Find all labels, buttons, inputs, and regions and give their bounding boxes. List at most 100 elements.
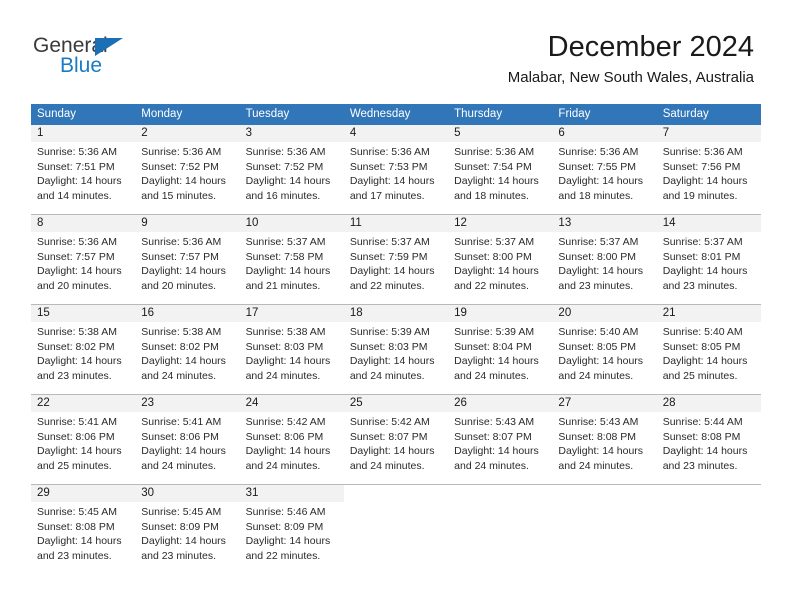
- calendar-day-cell[interactable]: 18 Sunrise: 5:39 AM Sunset: 8:03 PM Dayligh…: [343, 305, 449, 394]
- calendar-week-row: 8 Sunrise: 5:36 AM Sunset: 7:57 PM Daylight…: [31, 214, 761, 304]
- day-detail-line: and 23 minutes.: [558, 279, 634, 292]
- day-detail-line: Sunrise: 5:38 AM: [37, 326, 117, 338]
- calendar-day-cell[interactable]: 2 Sunrise: 5:36 AM Sunset: 7:52 PM Daylight…: [135, 125, 240, 214]
- calendar-day-cell[interactable]: 19 Sunrise: 5:39 AM Sunset: 8:04 PM Dayligh…: [448, 305, 553, 394]
- calendar-day-cell[interactable]: 7 Sunrise: 5:36 AM Sunset: 7:56 PM Daylight…: [656, 125, 761, 214]
- day-number: 16: [135, 305, 240, 322]
- calendar-day-cell[interactable]: 23 Sunrise: 5:41 AM Sunset: 8:06 PM Dayligh…: [135, 395, 240, 484]
- day-details: Sunrise: 5:36 AM Sunset: 7:57 PM Daylight:…: [31, 232, 135, 293]
- calendar-day-cell[interactable]: 17 Sunrise: 5:38 AM Sunset: 8:03 PM Dayligh…: [239, 305, 344, 394]
- calendar-day-cell[interactable]: 5 Sunrise: 5:36 AM Sunset: 7:54 PM Daylight…: [448, 125, 553, 214]
- day-detail-line: Sunset: 8:09 PM: [141, 520, 219, 533]
- day-details: Sunrise: 5:43 AM Sunset: 8:07 PM Daylight:…: [448, 412, 552, 473]
- day-details: Sunrise: 5:37 AM Sunset: 8:01 PM Daylight:…: [657, 232, 761, 293]
- day-detail-line: Sunset: 8:04 PM: [454, 340, 532, 353]
- day-detail-line: Daylight: 14 hours: [141, 355, 226, 368]
- day-details: Sunrise: 5:45 AM Sunset: 8:09 PM Daylight:…: [135, 502, 239, 563]
- day-number: 13: [552, 215, 657, 232]
- day-detail-line: Sunset: 8:08 PM: [37, 520, 115, 533]
- calendar-day-cell[interactable]: 11 Sunrise: 5:37 AM Sunset: 7:59 PM Dayligh…: [343, 215, 449, 304]
- day-detail-line: Sunset: 8:05 PM: [662, 340, 741, 353]
- calendar-day-cell[interactable]: 8 Sunrise: 5:36 AM Sunset: 7:57 PM Daylight…: [31, 215, 136, 304]
- day-detail-line: Sunset: 8:06 PM: [245, 430, 324, 443]
- calendar-day-cell[interactable]: 4 Sunrise: 5:36 AM Sunset: 7:53 PM Daylight…: [343, 125, 449, 214]
- day-details: Sunrise: 5:38 AM Sunset: 8:02 PM Daylight:…: [135, 322, 239, 383]
- day-number: [552, 485, 656, 502]
- day-details: Sunrise: 5:36 AM Sunset: 7:54 PM Daylight:…: [448, 142, 552, 203]
- day-detail-line: Sunset: 7:58 PM: [245, 250, 324, 263]
- day-detail-line: Sunrise: 5:41 AM: [141, 416, 222, 428]
- day-number: 1: [31, 125, 136, 142]
- calendar-day-cell[interactable]: 27 Sunrise: 5:43 AM Sunset: 8:08 PM Dayligh…: [552, 395, 657, 484]
- day-details: Sunrise: 5:36 AM Sunset: 7:57 PM Daylight:…: [135, 232, 239, 293]
- page-subtitle: Malabar, New South Wales, Australia: [507, 69, 754, 86]
- logo-text-blue: Blue: [60, 54, 103, 77]
- day-detail-line: Sunset: 7:56 PM: [662, 160, 741, 173]
- day-number: [344, 485, 448, 502]
- calendar-day-cell[interactable]: 3 Sunrise: 5:36 AM Sunset: 7:52 PM Daylight…: [239, 125, 344, 214]
- calendar-day-cell[interactable]: 16 Sunrise: 5:38 AM Sunset: 8:02 PM Dayligh…: [135, 305, 240, 394]
- day-number: 2: [135, 125, 240, 142]
- day-details: Sunrise: 5:41 AM Sunset: 8:06 PM Daylight:…: [31, 412, 135, 473]
- day-detail-line: Sunset: 7:52 PM: [245, 160, 324, 173]
- calendar-day-cell[interactable]: 20 Sunrise: 5:40 AM Sunset: 8:05 PM Dayligh…: [552, 305, 657, 394]
- day-detail-line: and 24 minutes.: [141, 369, 216, 382]
- day-detail-line: Sunset: 8:08 PM: [662, 430, 741, 443]
- day-details: Sunrise: 5:41 AM Sunset: 8:06 PM Daylight:…: [135, 412, 239, 473]
- day-detail-line: and 17 minutes.: [349, 189, 425, 202]
- day-details: Sunrise: 5:39 AM Sunset: 8:03 PM Daylight:…: [344, 322, 448, 383]
- calendar-day-cell[interactable]: 15 Sunrise: 5:38 AM Sunset: 8:02 PM Dayligh…: [31, 305, 136, 394]
- calendar-day-cell[interactable]: 29 Sunrise: 5:45 AM Sunset: 8:08 PM Dayligh…: [31, 485, 136, 574]
- day-detail-line: Sunrise: 5:37 AM: [662, 236, 743, 248]
- day-detail-line: and 14 minutes.: [37, 189, 112, 202]
- day-detail-line: Sunset: 7:52 PM: [141, 160, 219, 173]
- day-detail-line: and 25 minutes.: [37, 459, 112, 472]
- day-number: 23: [135, 395, 240, 412]
- calendar-day-cell[interactable]: 9 Sunrise: 5:36 AM Sunset: 7:57 PM Daylight…: [135, 215, 240, 304]
- day-detail-line: Sunset: 8:08 PM: [558, 430, 637, 443]
- day-detail-line: Sunrise: 5:36 AM: [141, 146, 222, 158]
- day-details: Sunrise: 5:44 AM Sunset: 8:08 PM Daylight:…: [657, 412, 761, 473]
- day-detail-line: Daylight: 14 hours: [141, 445, 226, 458]
- day-details: Sunrise: 5:36 AM Sunset: 7:52 PM Daylight:…: [135, 142, 239, 203]
- day-detail-line: and 25 minutes.: [662, 369, 738, 382]
- day-number: 26: [448, 395, 553, 412]
- day-detail-line: Daylight: 14 hours: [454, 265, 539, 278]
- calendar-day-cell-empty: [448, 485, 552, 574]
- calendar-day-cell[interactable]: 24 Sunrise: 5:42 AM Sunset: 8:06 PM Dayligh…: [239, 395, 344, 484]
- day-detail-line: Sunrise: 5:43 AM: [558, 416, 639, 428]
- day-number: 9: [135, 215, 240, 232]
- calendar-day-cell[interactable]: 1 Sunrise: 5:36 AM Sunset: 7:51 PM Daylight…: [31, 125, 136, 214]
- day-details: Sunrise: 5:36 AM Sunset: 7:53 PM Daylight:…: [344, 142, 448, 203]
- day-detail-line: Sunrise: 5:36 AM: [37, 146, 117, 158]
- day-detail-line: Sunset: 8:09 PM: [245, 520, 324, 533]
- calendar-day-cell[interactable]: 21 Sunrise: 5:40 AM Sunset: 8:05 PM Dayligh…: [656, 305, 761, 394]
- day-details: Sunrise: 5:37 AM Sunset: 7:58 PM Daylight:…: [240, 232, 344, 293]
- calendar-day-cell[interactable]: 13 Sunrise: 5:37 AM Sunset: 8:00 PM Dayligh…: [552, 215, 657, 304]
- day-detail-line: Sunrise: 5:44 AM: [662, 416, 743, 428]
- calendar-day-cell[interactable]: 31 Sunrise: 5:46 AM Sunset: 8:09 PM Dayligh…: [239, 485, 344, 574]
- day-details: Sunrise: 5:37 AM Sunset: 8:00 PM Daylight:…: [448, 232, 552, 293]
- day-details: Sunrise: 5:36 AM Sunset: 7:55 PM Daylight:…: [552, 142, 656, 203]
- calendar-day-cell[interactable]: 26 Sunrise: 5:43 AM Sunset: 8:07 PM Dayligh…: [448, 395, 553, 484]
- calendar-week-row: 1 Sunrise: 5:36 AM Sunset: 7:51 PM Daylight…: [31, 125, 761, 214]
- day-details: Sunrise: 5:38 AM Sunset: 8:02 PM Daylight:…: [31, 322, 135, 383]
- day-number: 10: [239, 215, 344, 232]
- calendar-day-cell[interactable]: 28 Sunrise: 5:44 AM Sunset: 8:08 PM Dayligh…: [656, 395, 761, 484]
- calendar-week-row: 29 Sunrise: 5:45 AM Sunset: 8:08 PM Dayligh…: [31, 484, 761, 574]
- calendar-day-cell[interactable]: 10 Sunrise: 5:37 AM Sunset: 7:58 PM Dayligh…: [239, 215, 344, 304]
- general-blue-logo: General Blue: [33, 34, 243, 84]
- calendar-day-cell[interactable]: 6 Sunrise: 5:36 AM Sunset: 7:55 PM Daylight…: [552, 125, 657, 214]
- weekday-header-sunday: Sunday: [37, 108, 77, 120]
- day-detail-line: Sunset: 8:06 PM: [141, 430, 219, 443]
- calendar-day-cell[interactable]: 30 Sunrise: 5:45 AM Sunset: 8:09 PM Dayligh…: [135, 485, 240, 574]
- calendar-day-cell[interactable]: 25 Sunrise: 5:42 AM Sunset: 8:07 PM Dayligh…: [343, 395, 449, 484]
- calendar-day-cell[interactable]: 12 Sunrise: 5:37 AM Sunset: 8:00 PM Dayligh…: [448, 215, 553, 304]
- weekday-header-friday: Friday: [558, 108, 591, 120]
- day-details: Sunrise: 5:37 AM Sunset: 8:00 PM Daylight:…: [552, 232, 656, 293]
- day-detail-line: Daylight: 14 hours: [558, 265, 644, 278]
- day-detail-line: Sunrise: 5:37 AM: [245, 236, 326, 248]
- calendar-day-cell[interactable]: 22 Sunrise: 5:41 AM Sunset: 8:06 PM Dayligh…: [31, 395, 136, 484]
- day-detail-line: and 24 minutes.: [349, 369, 425, 382]
- calendar-day-cell[interactable]: 14 Sunrise: 5:37 AM Sunset: 8:01 PM Dayligh…: [656, 215, 761, 304]
